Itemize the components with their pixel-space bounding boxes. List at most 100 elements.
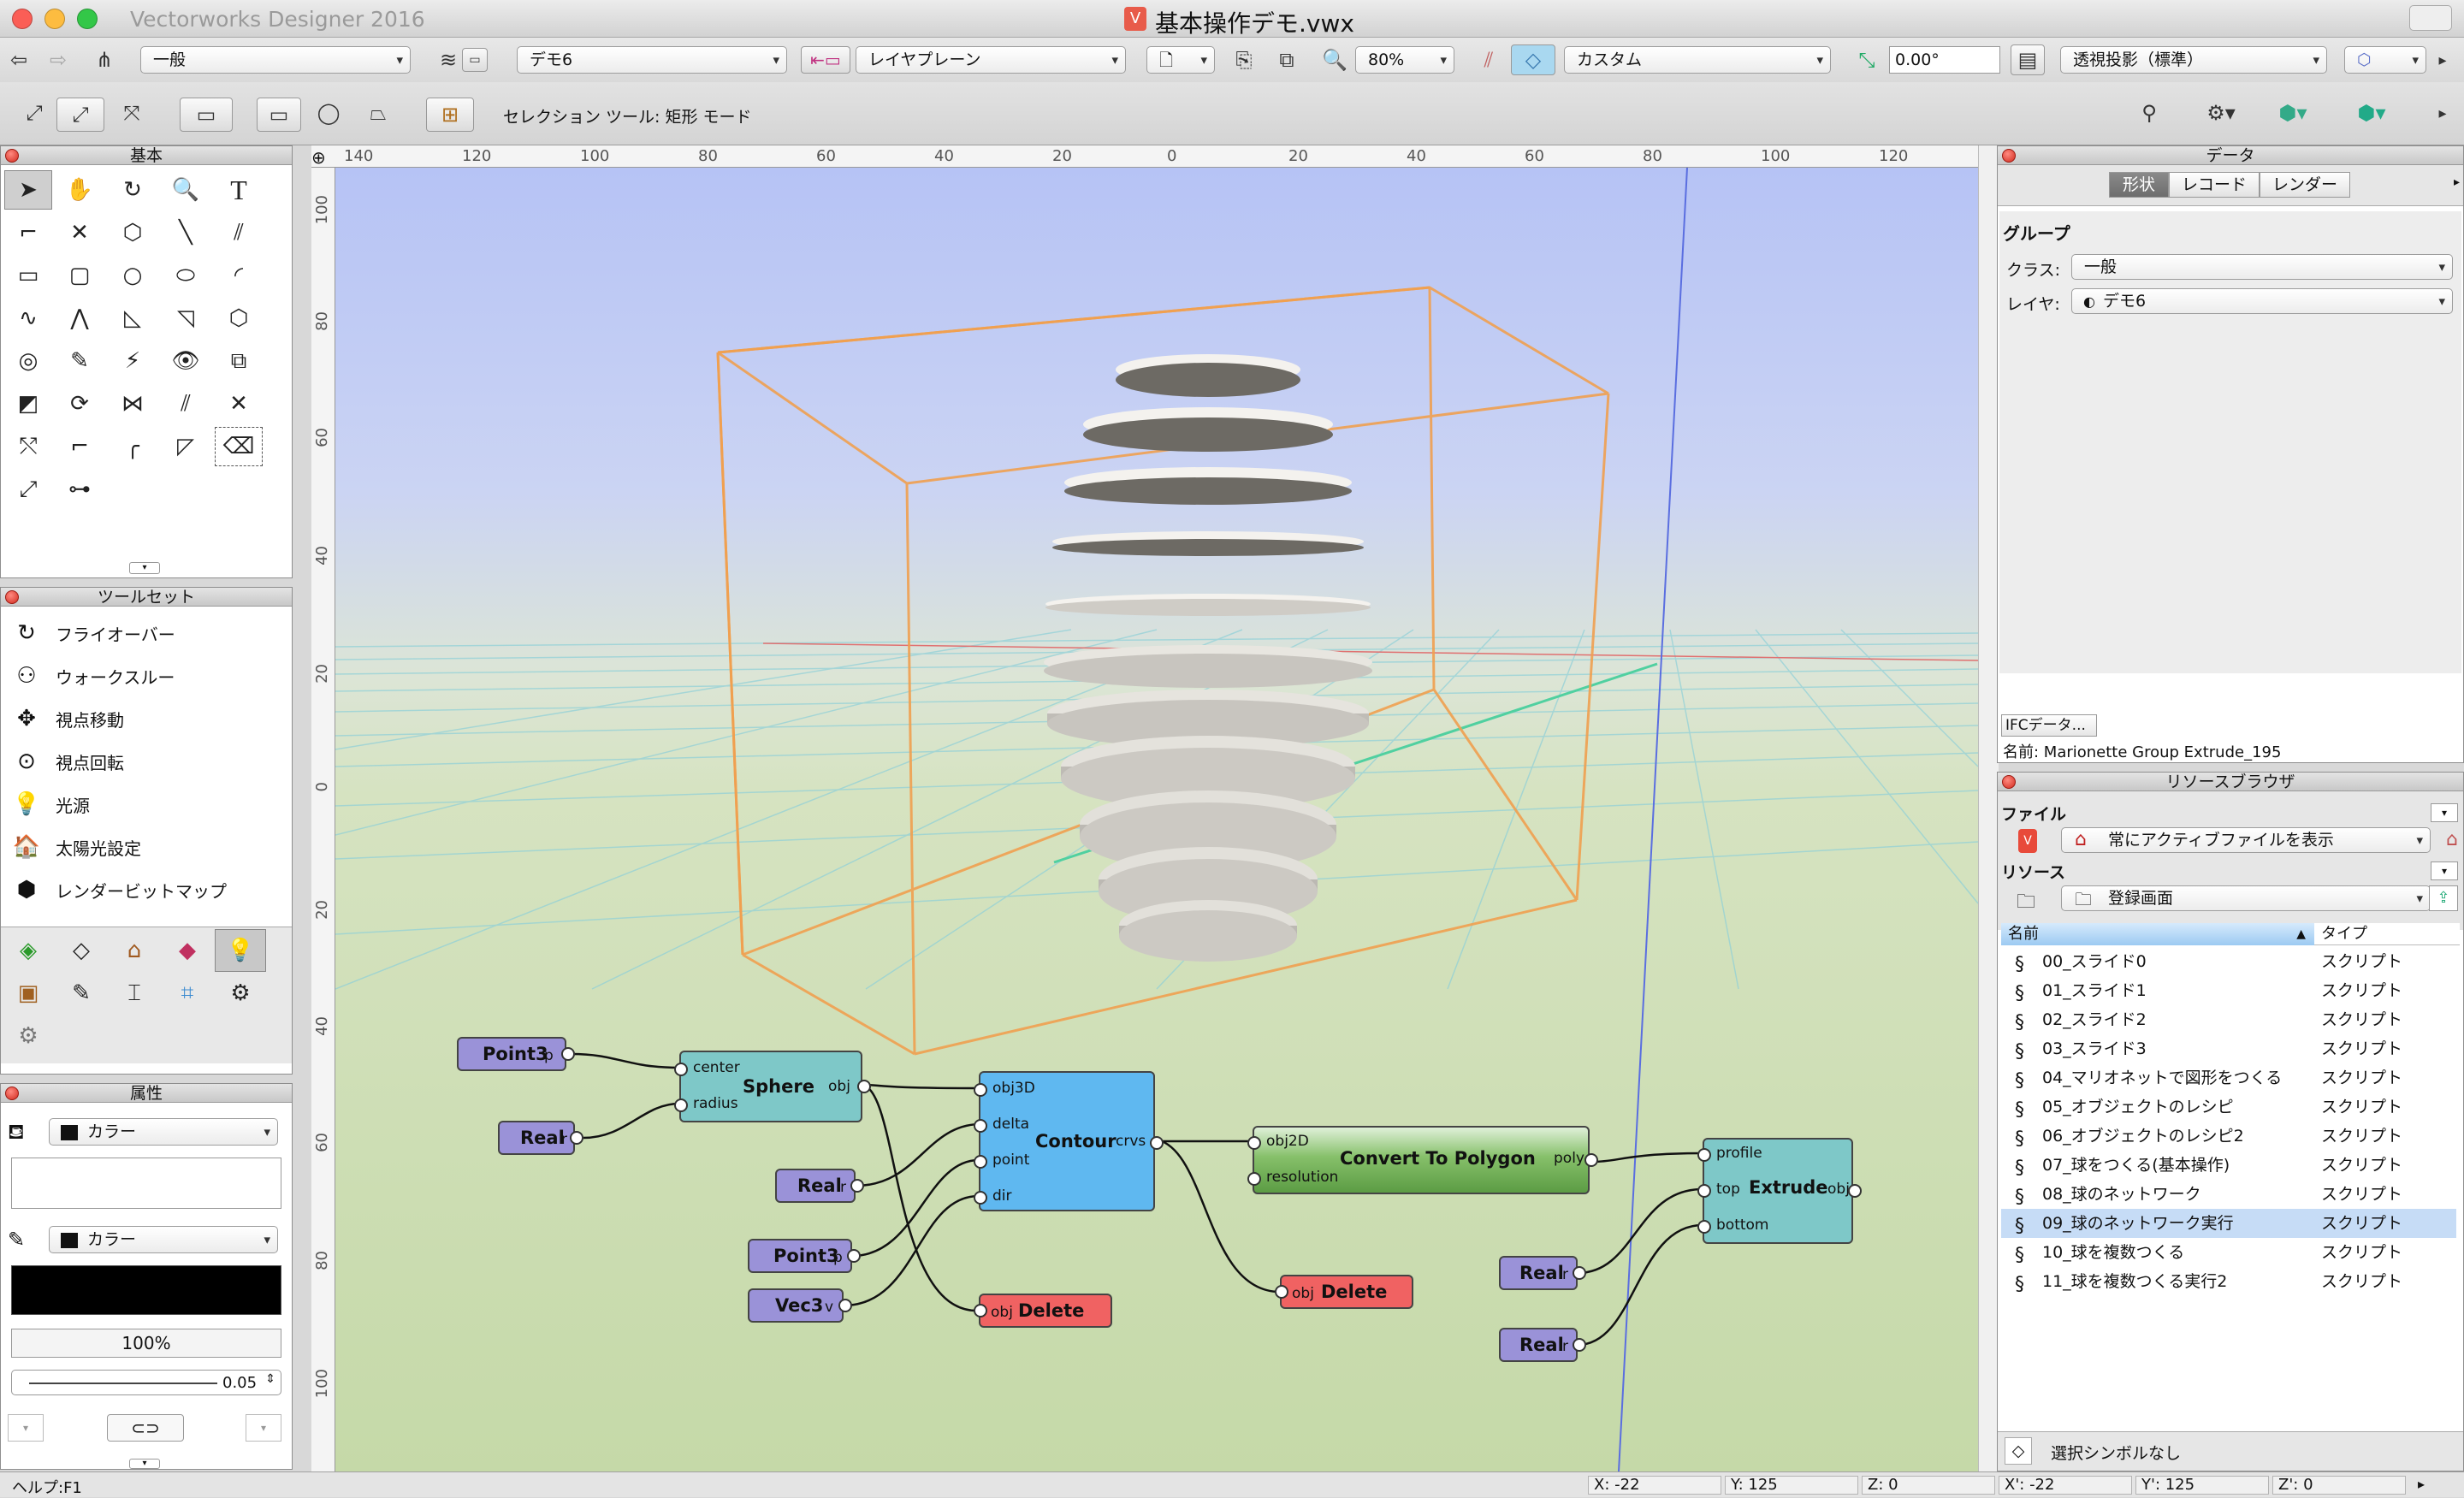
profile-input-port[interactable] xyxy=(1697,1148,1711,1162)
bottom-input-port[interactable] xyxy=(1697,1220,1711,1234)
close-window-button[interactable] xyxy=(12,9,33,29)
render-icon[interactable]: ⬢▾ xyxy=(2267,98,2319,128)
magic-wand-icon[interactable]: ⚲ xyxy=(2130,98,2168,128)
resource-list-item[interactable]: § 03_スライド3 スクリプト xyxy=(2001,1034,2456,1063)
structural-toolset-icon[interactable]: ⌶ xyxy=(109,972,160,1015)
split-tool-icon[interactable]: ⫽ xyxy=(162,384,210,423)
zoom-window-button[interactable] xyxy=(77,9,98,29)
text-tool-icon[interactable]: T xyxy=(215,170,263,210)
mirror-tool-icon[interactable]: ⋈ xyxy=(109,384,157,423)
snap-settings-icon[interactable]: ⊞ xyxy=(426,98,474,132)
3d-modeling-toolset-icon[interactable]: ◆ xyxy=(162,929,213,972)
resource-list-item[interactable]: § 08_球のネットワーク スクリプト xyxy=(2001,1180,2456,1209)
site-model-toolset-icon[interactable]: ◈ xyxy=(3,929,54,972)
oval-tool-icon[interactable]: ⬭ xyxy=(162,256,210,295)
resolution-input-port[interactable] xyxy=(1247,1172,1261,1186)
point-input-port[interactable] xyxy=(974,1155,987,1169)
close-icon[interactable] xyxy=(2002,149,2016,163)
connect-tool-icon[interactable]: ⤲ xyxy=(4,427,52,466)
real-node-a[interactable]: Real r xyxy=(498,1121,583,1155)
eraser-tool-icon[interactable]: ⌫ xyxy=(215,427,263,466)
arc-tool-icon[interactable]: ◜ xyxy=(215,256,263,295)
disable-interactive-scaling-icon[interactable]: ⤢ xyxy=(15,98,53,128)
output-port[interactable] xyxy=(561,1047,575,1061)
callout-tool-icon[interactable]: ⌐ xyxy=(4,213,52,252)
rotation-angle-icon[interactable]: ⤡ xyxy=(1848,44,1886,75)
center-input-port[interactable] xyxy=(674,1063,688,1076)
resource-menu-icon[interactable]: ▾ xyxy=(2431,861,2458,880)
visibility-tool-icon[interactable]: 👁 xyxy=(162,341,210,381)
delete-node-a[interactable]: obj Delete xyxy=(974,1294,1112,1328)
line-weight-field[interactable]: 0.05 ⇕ xyxy=(11,1370,281,1395)
file-menu-icon[interactable]: ▾ xyxy=(2431,803,2458,822)
line-tool-icon[interactable]: ╲ xyxy=(162,213,210,252)
dir-input-port[interactable] xyxy=(974,1191,987,1205)
drawing-area[interactable]: Point3 p Real r center radius Sphere obj… xyxy=(335,168,1978,1471)
pen-style-select[interactable]: カラー xyxy=(49,1226,278,1253)
layer-field-select[interactable]: デモ6 xyxy=(2071,288,2453,314)
output-port[interactable] xyxy=(847,1249,861,1263)
chamfer-tool-icon[interactable]: ◸ xyxy=(162,427,210,466)
toolbar-overflow-icon[interactable]: ▸ xyxy=(2430,44,2455,75)
z-coordinate-field[interactable]: Z: 0 xyxy=(1862,1476,1995,1495)
detailing-toolset-icon[interactable]: ✎ xyxy=(56,972,107,1015)
unified-view-icon[interactable]: ⫽ xyxy=(1470,44,1507,75)
resource-list-item[interactable]: § 00_スライド0 スクリプト xyxy=(2001,947,2456,976)
toolset-item-render-bitmap[interactable]: ⬢ レンダービットマップ xyxy=(8,870,281,909)
projection-select[interactable]: 透視投影（標準） xyxy=(2060,46,2327,74)
point3-node-b[interactable]: Point3 p xyxy=(748,1239,861,1273)
close-icon[interactable] xyxy=(5,1086,19,1100)
obj-output-port[interactable] xyxy=(1848,1184,1862,1198)
render-mode-select[interactable]: ⬡ xyxy=(2344,46,2426,74)
class-select[interactable]: 一般 xyxy=(140,46,411,74)
rotate-tool-icon[interactable]: ⟳ xyxy=(56,384,104,423)
obj-output-port[interactable] xyxy=(857,1080,871,1093)
plane-mode-icon[interactable]: ⇤▭ xyxy=(801,46,850,74)
opacity-field[interactable]: 100% xyxy=(11,1329,281,1358)
plane-select[interactable]: レイヤプレーン xyxy=(856,46,1126,74)
resource-list-item[interactable]: § 09_球のネットワーク実行 スクリプト xyxy=(2001,1209,2456,1238)
toolbar-overflow-icon-2[interactable]: ▸ xyxy=(2430,98,2455,128)
x-prime-coordinate-field[interactable]: X': -22 xyxy=(1999,1476,2132,1495)
real-node-b[interactable]: Real r xyxy=(775,1169,864,1203)
resource-list-item[interactable]: § 02_スライド2 スクリプト xyxy=(2001,1005,2456,1034)
close-icon[interactable] xyxy=(2002,775,2016,789)
contour-node[interactable]: obj3D delta point dir Contour crvs xyxy=(974,1071,1164,1211)
toolset-item-sun[interactable]: 🏠 太陽光設定 xyxy=(8,827,281,867)
fillet-tool-icon[interactable]: ╭ xyxy=(109,427,157,466)
delta-input-port[interactable] xyxy=(974,1119,987,1133)
wand-tool-icon[interactable]: ⚡ xyxy=(109,341,157,381)
fill-style-select[interactable]: カラー xyxy=(49,1118,278,1146)
lasso-mode-icon[interactable]: ◯ xyxy=(310,98,347,128)
output-port[interactable] xyxy=(850,1179,864,1193)
interactive-scaling-icon[interactable]: ⤢ xyxy=(56,98,104,132)
top-input-port[interactable] xyxy=(1697,1184,1711,1198)
class-visibility-icon[interactable]: ⋔ xyxy=(86,44,123,75)
flyover-tool-icon[interactable]: ↻ xyxy=(109,170,157,210)
class-field-select[interactable]: 一般 xyxy=(2071,254,2453,280)
column-header-name[interactable]: 名前 ▲ xyxy=(2001,923,2314,945)
polyline-tool-icon[interactable]: ⋀ xyxy=(56,299,104,338)
resource-list-item[interactable]: § 07_球をつくる(基本操作) スクリプト xyxy=(2001,1151,2456,1180)
layer-options-icon[interactable]: ▭ xyxy=(462,48,488,72)
y-prime-coordinate-field[interactable]: Y': 125 xyxy=(2135,1476,2269,1495)
toolset-item-rotate-view[interactable]: ⊙ 視点回転 xyxy=(8,742,281,781)
column-header-type[interactable]: タイプ xyxy=(2321,923,2367,945)
minimize-window-button[interactable] xyxy=(44,9,65,29)
offset-tool-icon[interactable]: ⌐ xyxy=(56,427,104,466)
settings-gear-icon[interactable]: ⚙▾ xyxy=(2195,98,2247,128)
x-coordinate-field[interactable]: X: -22 xyxy=(1588,1476,1721,1495)
ruler-origin-icon[interactable]: ⊕ xyxy=(311,147,326,168)
eyedropper-tool-icon[interactable]: ✎ xyxy=(56,341,104,381)
end-arrow-select[interactable]: ▾ xyxy=(246,1414,281,1442)
link-attributes-icon[interactable]: ⊂⊃ xyxy=(107,1414,184,1442)
custom-toolset-icon[interactable]: ⚙ xyxy=(3,1015,54,1057)
pan-tool-icon[interactable]: ✋ xyxy=(56,170,104,210)
palette-menu-icon[interactable]: ▸ xyxy=(2454,175,2460,189)
visualization-toolset-icon[interactable]: 💡 xyxy=(215,929,266,972)
sphere-node[interactable]: center radius Sphere obj xyxy=(674,1051,871,1122)
pen-preview[interactable] xyxy=(11,1265,281,1315)
rectangle-mode-icon[interactable]: ▭ xyxy=(257,98,301,132)
furniture-toolset-icon[interactable]: ▣ xyxy=(3,972,54,1015)
real-node-d[interactable]: Real r xyxy=(1499,1328,1586,1362)
